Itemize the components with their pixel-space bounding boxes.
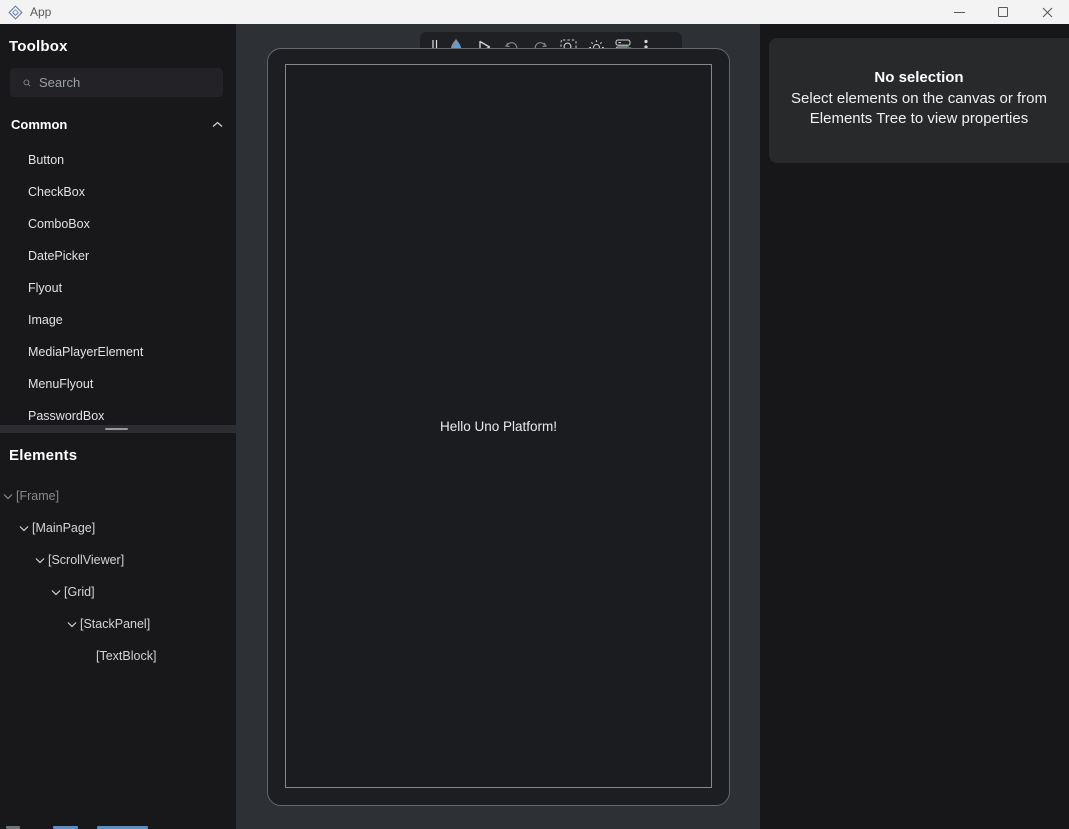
elements-title: Elements — [9, 447, 236, 464]
minimize-icon — [954, 12, 965, 13]
toolbox-item-image[interactable]: Image — [0, 304, 236, 336]
no-selection-title: No selection — [781, 69, 1057, 86]
toolbox-group-label: Common — [11, 117, 212, 132]
toolbox-item-button[interactable]: Button — [0, 144, 236, 176]
toolbox-group-common[interactable]: Common — [11, 117, 223, 132]
close-button[interactable] — [1025, 0, 1069, 24]
tree-node-label: [ScrollViewer] — [48, 553, 124, 567]
device-frame: Hello Uno Platform! — [267, 48, 730, 806]
no-selection-card: No selection Select elements on the canv… — [769, 38, 1069, 163]
maximize-icon — [998, 7, 1008, 17]
tree-node-label: [MainPage] — [32, 521, 95, 535]
no-selection-message-line2: Elements Tree to view properties — [781, 109, 1057, 129]
toolbox-item-list: ButtonCheckBoxComboBoxDatePickerFlyoutIm… — [0, 144, 236, 425]
search-icon — [23, 76, 31, 90]
elements-tree: [Frame] [MainPage] [ScrollViewer] [Grid] [St… — [0, 480, 236, 672]
splitter-handle-icon — [105, 428, 128, 430]
chevron-down-icon[interactable] — [16, 525, 32, 532]
clipped-bottom-content — [0, 825, 236, 829]
toolbox-item-datepicker[interactable]: DatePicker — [0, 240, 236, 272]
left-sidebar: Toolbox Common ButtonCheckBoxComboBoxDat… — [0, 24, 236, 829]
toolbox-title: Toolbox — [9, 38, 236, 55]
toolbox-search — [10, 68, 223, 97]
elements-panel: Elements [Frame] [MainPage] [ScrollViewer]… — [0, 433, 236, 829]
toolbox-item-passwordbox[interactable]: PasswordBox — [0, 400, 236, 425]
tree-node-stackpanel[interactable]: [StackPanel] — [0, 608, 236, 640]
toolbox-item-flyout[interactable]: Flyout — [0, 272, 236, 304]
chevron-down-icon[interactable] — [32, 557, 48, 564]
window-titlebar: App — [0, 0, 1069, 24]
chevron-down-icon[interactable] — [64, 621, 80, 628]
no-selection-message-line1: Select elements on the canvas or from — [781, 89, 1057, 109]
chevron-down-icon[interactable] — [48, 589, 64, 596]
tree-node-textblock[interactable]: [TextBlock] — [0, 640, 236, 672]
panel-splitter[interactable] — [0, 425, 236, 433]
toolbox-item-mediaplayerelement[interactable]: MediaPlayerElement — [0, 336, 236, 368]
toolbox-item-menuflyout[interactable]: MenuFlyout — [0, 368, 236, 400]
uno-platform-logo-icon — [8, 5, 23, 20]
window-title: App — [30, 5, 51, 19]
canvas-textblock[interactable]: Hello Uno Platform! — [440, 419, 557, 434]
tree-node-label: [Grid] — [64, 585, 95, 599]
close-icon — [1042, 7, 1053, 18]
device-screen[interactable]: Hello Uno Platform! — [285, 64, 712, 788]
tree-node-frame[interactable]: [Frame] — [0, 480, 236, 512]
chevron-down-icon[interactable] — [0, 493, 16, 500]
tree-node-scrollviewer[interactable]: [ScrollViewer] — [0, 544, 236, 576]
toolbox-panel: Toolbox Common ButtonCheckBoxComboBoxDat… — [0, 24, 236, 425]
tree-node-label: [Frame] — [16, 489, 59, 503]
tree-node-label: [StackPanel] — [80, 617, 150, 631]
properties-panel: No selection Select elements on the canv… — [760, 24, 1069, 829]
minimize-button[interactable] — [937, 0, 981, 24]
toolbox-item-combobox[interactable]: ComboBox — [0, 208, 236, 240]
toolbox-item-checkbox[interactable]: CheckBox — [0, 176, 236, 208]
tree-node-grid[interactable]: [Grid] — [0, 576, 236, 608]
tree-node-label: [TextBlock] — [96, 649, 156, 663]
maximize-button[interactable] — [981, 0, 1025, 24]
design-canvas[interactable]: Hello Uno Platform! — [236, 24, 760, 829]
tree-node-mainpage[interactable]: [MainPage] — [0, 512, 236, 544]
chevron-up-icon — [212, 121, 223, 128]
search-input[interactable] — [31, 75, 223, 90]
